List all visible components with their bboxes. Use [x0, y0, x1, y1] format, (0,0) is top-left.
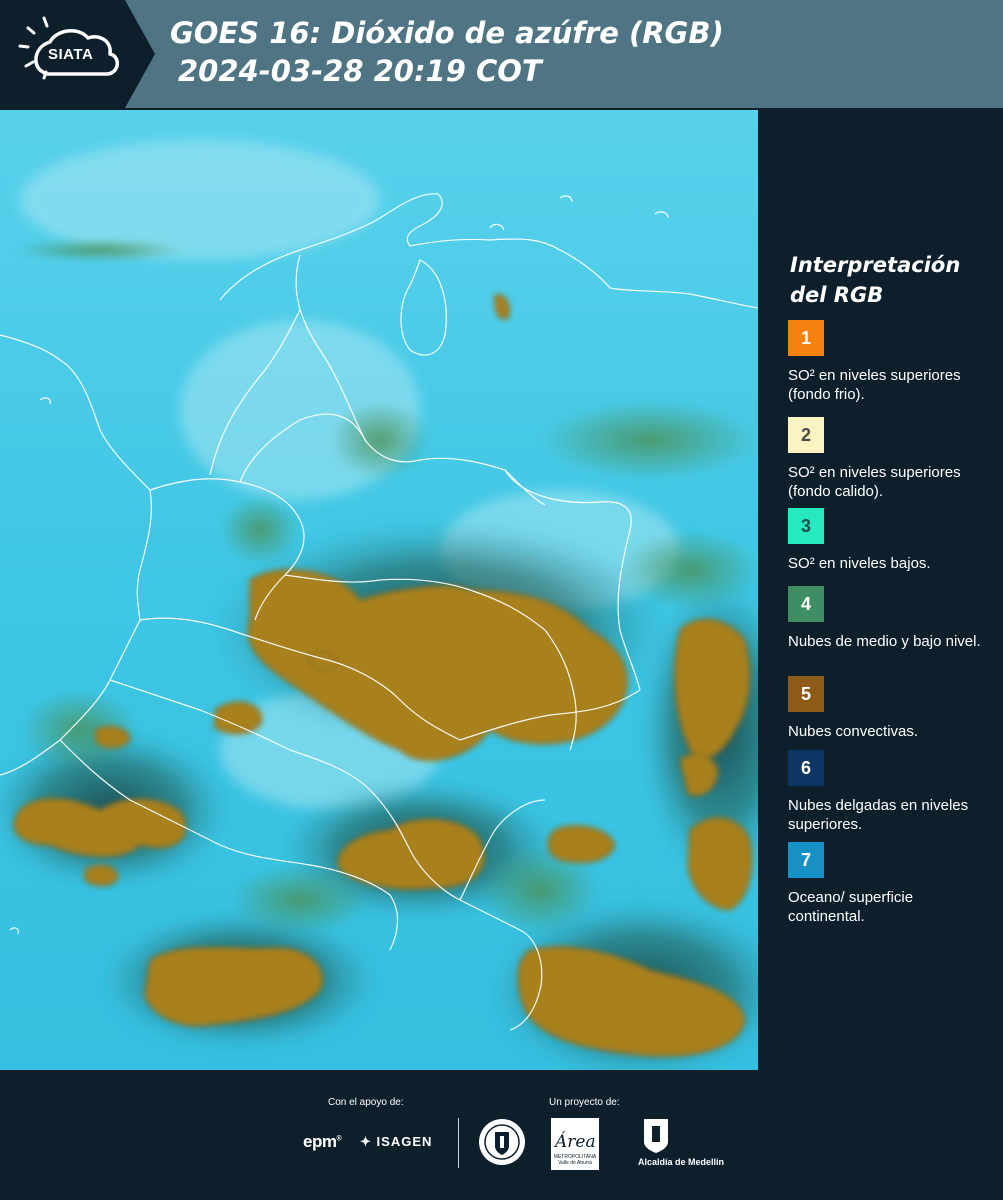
- header-bar: SIATA GOES 16: Dióxido de azúfre (RGB) 2…: [0, 0, 1003, 108]
- footer: Con el apoyo de: Un proyecto de: epm® ✦ …: [0, 1070, 1003, 1200]
- legend-swatch: 5: [788, 676, 824, 712]
- logo-text: SIATA: [48, 46, 94, 63]
- legend-panel: Interpretación del RGB 1 SO² en niveles s…: [760, 110, 1003, 1070]
- legend-item-label: Nubes delgadas en niveles superiores.: [788, 797, 969, 833]
- legend-item-label: Oceano/ superficie continental.: [788, 889, 914, 925]
- legend-swatch: 3: [788, 508, 824, 544]
- project-label: Un proyecto de:: [549, 1097, 620, 1108]
- siata-logo[interactable]: SIATA: [0, 0, 155, 108]
- observation-datetime: 2024-03-28 20:19 COT: [178, 54, 542, 88]
- alcaldia-label: Alcaldía de Medellín: [638, 1157, 725, 1167]
- legend-item-label: Nubes de medio y bajo nivel.: [788, 633, 981, 650]
- legend-item-label: Nubes convectivas.: [788, 723, 919, 740]
- area-metropolitana-logo[interactable]: Área METROPOLITANA Valle de Aburrá: [551, 1118, 599, 1170]
- legend-item-label: SO² en niveles superiores (fondo calido)…: [788, 464, 961, 500]
- isagen-logo[interactable]: ✦ ISAGEN: [360, 1134, 432, 1150]
- page-title: GOES 16: Dióxido de azúfre (RGB): [170, 16, 724, 50]
- legend-item-label: SO² en niveles bajos.: [788, 555, 931, 572]
- legend-swatch: 4: [788, 586, 824, 622]
- legend-swatch: 2: [788, 417, 824, 453]
- medellin-seal-icon[interactable]: [478, 1118, 526, 1166]
- alcaldia-shield-icon[interactable]: [643, 1118, 669, 1154]
- satellite-map[interactable]: [0, 110, 758, 1070]
- legend-title-line1: Interpretación: [790, 253, 961, 277]
- legend-swatch: 7: [788, 842, 824, 878]
- epm-logo[interactable]: epm®: [303, 1132, 342, 1152]
- support-label: Con el apoyo de:: [328, 1097, 404, 1108]
- legend-title: Interpretación del RGB: [790, 250, 990, 310]
- legend-item-label: SO² en niveles superiores (fondo frio).: [788, 367, 961, 403]
- legend-swatch: 6: [788, 750, 824, 786]
- footer-divider: [458, 1118, 459, 1168]
- area-name: Área: [555, 1132, 596, 1152]
- area-subtitle: METROPOLITANA Valle de Aburrá: [553, 1154, 597, 1166]
- isagen-text: ISAGEN: [376, 1134, 433, 1149]
- satellite-image: [0, 110, 758, 1070]
- legend-title-line2: del RGB: [790, 283, 884, 307]
- isagen-icon: ✦: [360, 1134, 372, 1149]
- legend-swatch: 1: [788, 320, 824, 356]
